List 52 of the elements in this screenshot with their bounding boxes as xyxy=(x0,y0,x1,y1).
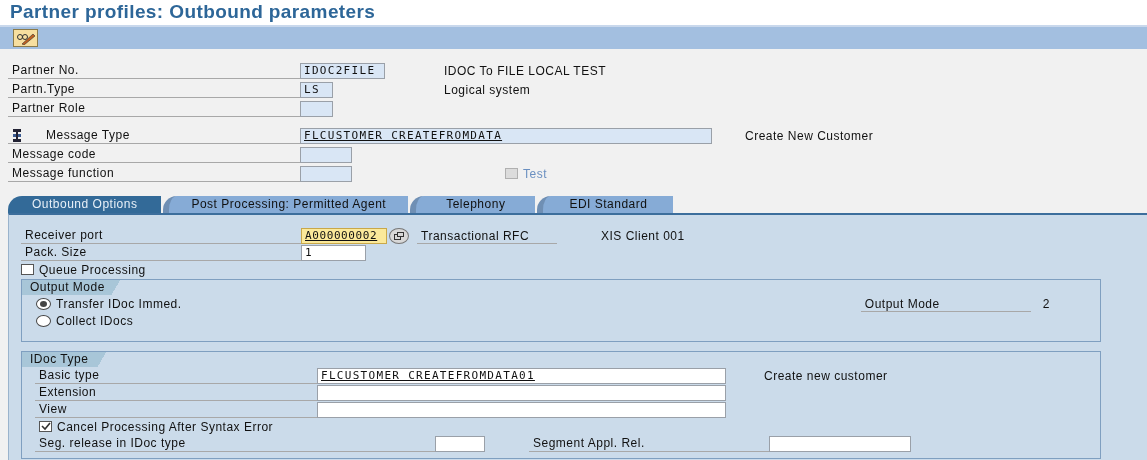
field-label: Message function xyxy=(12,164,115,182)
input-field[interactable]: IDOC2FILE xyxy=(300,62,385,79)
field-label: Receiver port xyxy=(21,227,301,244)
tab[interactable]: Telephony xyxy=(410,196,536,213)
field-description: Create new customer xyxy=(764,368,888,383)
port-help-button[interactable] xyxy=(389,227,409,244)
checkbox[interactable] xyxy=(39,421,52,432)
input-field[interactable]: FLCUSTOMER CREATEFROMDATA01 xyxy=(317,367,726,384)
input-field[interactable] xyxy=(769,435,911,452)
tab[interactable]: EDI Standard xyxy=(537,196,674,213)
port-description: Transactional RFC xyxy=(417,227,557,244)
checkbox-label: Queue Processing xyxy=(39,262,146,277)
input-field[interactable] xyxy=(317,401,726,418)
input-field[interactable]: 1 xyxy=(301,244,366,261)
field-label: View xyxy=(35,401,317,418)
input-field[interactable] xyxy=(435,435,485,452)
radio-button[interactable] xyxy=(36,297,51,310)
tab[interactable]: Post Processing: Permitted Agent xyxy=(163,196,409,213)
checkbox[interactable] xyxy=(21,264,34,275)
field-label: Basic type xyxy=(35,367,317,384)
field-label: Extension xyxy=(35,384,317,401)
field-label: Seg. release in IDoc type xyxy=(35,435,435,452)
input-field[interactable] xyxy=(300,100,333,117)
port-client: XIS Client 001 xyxy=(600,227,686,244)
field-label: Partner Role xyxy=(12,99,86,117)
field-description: Logical system xyxy=(444,82,531,97)
hierarchy-icon xyxy=(12,128,22,142)
input-field[interactable] xyxy=(300,146,352,163)
input-field[interactable]: A000000002 xyxy=(301,227,387,244)
field-label: Partn.Type xyxy=(12,80,76,98)
window-icon xyxy=(394,231,404,240)
input-field[interactable] xyxy=(317,384,726,401)
field-label: Segment Appl. Rel. xyxy=(529,435,769,452)
page-title: Partner profiles: Outbound parameters xyxy=(0,0,1147,25)
display-change-button[interactable] xyxy=(13,29,38,47)
input-field[interactable] xyxy=(300,165,352,182)
checkbox-label: Cancel Processing After Syntax Error xyxy=(57,419,274,434)
field-label: Partner No. xyxy=(12,61,79,79)
radio-button[interactable] xyxy=(36,314,51,327)
field-label: Pack. Size xyxy=(21,244,301,261)
checkbox-label: Test xyxy=(523,166,547,181)
input-field[interactable]: LS xyxy=(300,81,333,98)
radio-label: Collect IDocs xyxy=(56,313,134,328)
field-label: Message Type xyxy=(46,126,130,144)
field-label: Output Mode xyxy=(860,295,1031,312)
field-description: IDOC To FILE LOCAL TEST xyxy=(444,63,606,78)
input-field[interactable]: FLCUSTOMER CREATEFROMDATA xyxy=(300,127,712,144)
tab[interactable]: Outbound Options xyxy=(8,196,162,213)
output-mode-value: 2 xyxy=(1042,296,1050,311)
radio-label: Transfer IDoc Immed. xyxy=(56,296,182,311)
field-description: Create New Customer xyxy=(745,128,874,143)
field-label: Message code xyxy=(12,145,97,163)
